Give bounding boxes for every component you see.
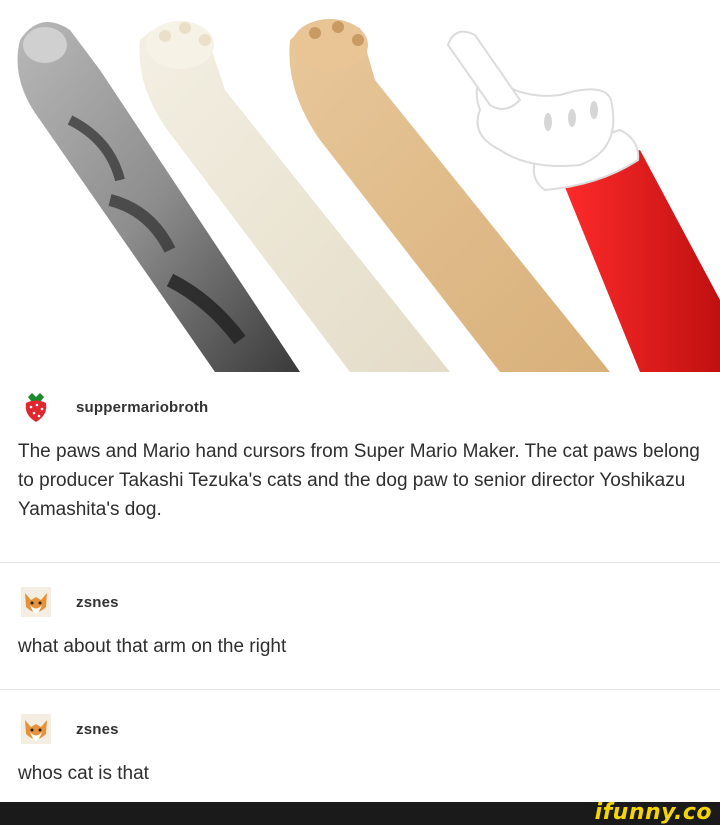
post-image bbox=[0, 0, 720, 372]
post-suppermariobroth: suppermariobroth The paws and Mario hand… bbox=[0, 387, 720, 524]
reply-zsnes-1: zsnes what about that arm on the right bbox=[0, 582, 720, 661]
username[interactable]: zsnes bbox=[76, 594, 119, 611]
post-body: what about that arm on the right bbox=[18, 636, 287, 657]
post-header: zsnes bbox=[18, 582, 702, 622]
fox-avatar-icon[interactable] bbox=[18, 584, 54, 620]
post-header: suppermariobroth bbox=[18, 387, 702, 427]
strawberry-avatar-icon[interactable] bbox=[18, 389, 54, 425]
post-body: whos cat is that bbox=[18, 763, 149, 784]
post-header: zsnes bbox=[18, 709, 702, 749]
paws-illustration bbox=[17, 19, 720, 372]
divider bbox=[0, 562, 720, 563]
watermark-bar: ifunny.co bbox=[0, 800, 720, 825]
fox-avatar-icon[interactable] bbox=[18, 711, 54, 747]
username[interactable]: suppermariobroth bbox=[76, 399, 208, 416]
divider bbox=[0, 689, 720, 690]
ifunny-watermark: ifunny.co bbox=[594, 800, 712, 825]
username[interactable]: zsnes bbox=[76, 721, 119, 738]
reply-zsnes-2: zsnes whos cat is that bbox=[0, 709, 720, 788]
post-body: The paws and Mario hand cursors from Sup… bbox=[18, 441, 700, 520]
